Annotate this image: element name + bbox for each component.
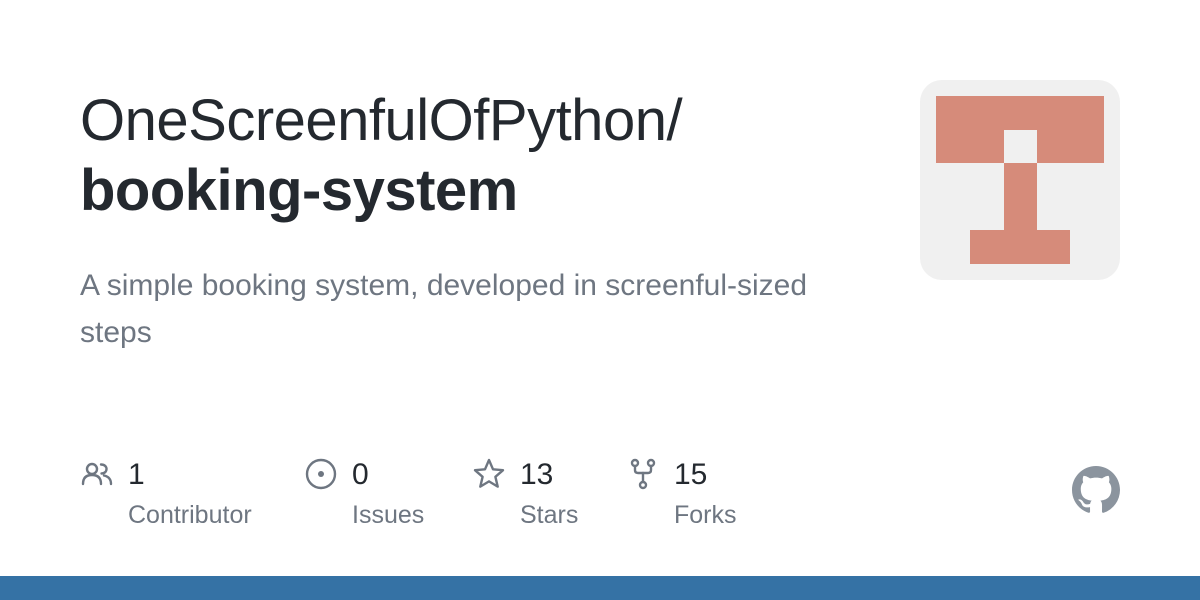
github-logo-icon[interactable] bbox=[1072, 466, 1120, 514]
contributors-icon bbox=[81, 462, 113, 486]
stat-label: Forks bbox=[674, 501, 737, 529]
language-bar bbox=[0, 576, 1200, 600]
stat-label: Issues bbox=[352, 501, 425, 529]
repo-owner[interactable]: OneScreenfulOfPython/ bbox=[80, 86, 880, 156]
stat-count: 0 bbox=[352, 458, 369, 491]
stat-label: Contributor bbox=[128, 501, 252, 529]
identicon-image bbox=[936, 96, 1104, 264]
issues-icon bbox=[305, 458, 337, 490]
stat-count: 13 bbox=[520, 458, 554, 491]
repo-title: OneScreenfulOfPython/ booking-system bbox=[80, 86, 880, 226]
repo-description: A simple booking system, developed in sc… bbox=[80, 269, 808, 349]
stat-count: 1 bbox=[128, 458, 145, 491]
stat-count: 15 bbox=[674, 458, 708, 491]
repo-avatar bbox=[920, 80, 1120, 280]
star-icon bbox=[473, 458, 505, 488]
fork-icon bbox=[630, 458, 656, 490]
repo-stats: 1 Contributor 0 Issues 13 Stars 15 Forks bbox=[80, 455, 880, 545]
repo-name[interactable]: booking-system bbox=[80, 156, 880, 226]
stat-label: Stars bbox=[520, 501, 579, 529]
